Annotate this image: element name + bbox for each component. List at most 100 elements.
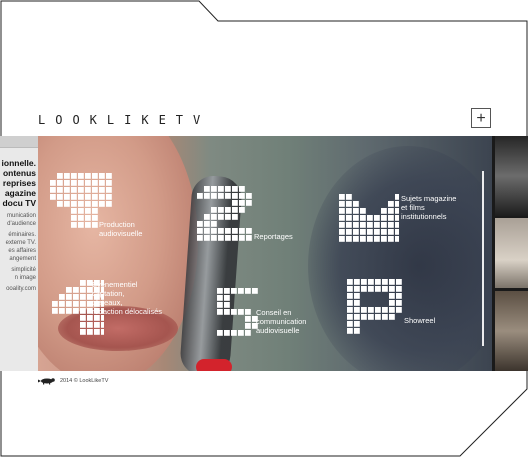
pixel-block: [382, 286, 388, 292]
tile-showreel[interactable]: Showreel: [347, 279, 457, 344]
brand-logo[interactable]: LOOKLIKETV: [38, 113, 210, 127]
paragraph-line: d'audience: [7, 221, 36, 227]
right-thumbnail-strip: [492, 136, 528, 371]
pixel-block: [353, 215, 359, 221]
pixel-block: [360, 215, 366, 221]
pixel-block: [71, 222, 77, 228]
pixel-block: [245, 330, 251, 336]
pixel-block: [59, 294, 65, 300]
pixel-block: [92, 201, 98, 207]
pixel-block: [375, 307, 381, 313]
pixel-block: [238, 309, 244, 315]
pixel-block: [339, 229, 345, 235]
pixel-block: [353, 222, 359, 228]
pixel-block: [374, 236, 380, 242]
pixel-block: [197, 235, 203, 241]
pixel-block: [73, 294, 79, 300]
pixel-block: [381, 208, 387, 214]
pixel-block: [71, 201, 77, 207]
pixel-block: [197, 221, 203, 227]
pixel-block: [106, 194, 112, 200]
tile-sujets-magazine[interactable]: Sujets magazine et films institutionnels: [339, 194, 469, 249]
pixel-block: [71, 187, 77, 193]
pixel-block: [389, 314, 395, 320]
pixel-block: [381, 215, 387, 221]
pixel-block: [80, 301, 86, 307]
pixel-block: [57, 173, 63, 179]
pixel-block: [64, 194, 70, 200]
thumbnail-image[interactable]: [495, 291, 528, 371]
pixel-digit-6-icon: [347, 279, 402, 334]
pixel-block: [78, 194, 84, 200]
paragraph-link[interactable]: ooality.com: [0, 285, 36, 293]
pixel-block: [347, 300, 353, 306]
pixel-block: [85, 194, 91, 200]
pixel-block: [225, 207, 231, 213]
tile-label: Evénementiel captation, plateaux, rédact…: [92, 280, 163, 316]
pixel-block: [211, 228, 217, 234]
pixel-block: [218, 214, 224, 220]
headline-line: ontenus: [2, 168, 36, 178]
pixel-block: [396, 293, 402, 299]
pixel-block: [73, 308, 79, 314]
pixel-block: [389, 279, 395, 285]
pixel-block: [80, 294, 86, 300]
thumbnail-image[interactable]: [495, 218, 528, 288]
pixel-block: [354, 321, 360, 327]
tile-reportages[interactable]: Reportages: [197, 186, 317, 246]
pixel-block: [353, 201, 359, 207]
scrollbar[interactable]: [482, 171, 484, 346]
pixel-block: [211, 235, 217, 241]
headline-line: docu TV: [2, 198, 36, 208]
pixel-block: [388, 236, 394, 242]
thumbnail-image[interactable]: [495, 136, 528, 216]
pixel-block: [64, 201, 70, 207]
pixel-block: [99, 187, 105, 193]
pixel-block: [389, 286, 395, 292]
pixel-block: [232, 200, 238, 206]
pixel-block: [85, 215, 91, 221]
pixel-block: [374, 215, 380, 221]
pixel-block: [232, 235, 238, 241]
pixel-block: [395, 215, 399, 221]
pixel-block: [353, 208, 359, 214]
pixel-block: [382, 314, 388, 320]
pixel-block: [388, 215, 394, 221]
pixel-block: [339, 215, 345, 221]
pixel-block: [360, 236, 366, 242]
pixel-block: [388, 208, 394, 214]
expand-button[interactable]: +: [471, 108, 491, 128]
pixel-block: [339, 201, 345, 207]
pixel-block: [395, 236, 399, 242]
pixel-block: [92, 173, 98, 179]
pixel-block: [197, 228, 203, 234]
pixel-block: [80, 322, 86, 328]
pixel-block: [347, 279, 353, 285]
paragraph-line: externe TV.: [5, 240, 36, 246]
pixel-block: [197, 193, 203, 199]
pixel-block: [94, 322, 100, 328]
pixel-block: [225, 235, 231, 241]
pixel-block: [239, 200, 245, 206]
pixel-block: [50, 180, 56, 186]
tile-production-audiovisuelle[interactable]: Production audiovisuelle: [50, 173, 180, 243]
pixel-block: [346, 201, 352, 207]
pixel-block: [64, 180, 70, 186]
pixel-digit-5-icon: [217, 288, 258, 336]
tile-conseil-communication[interactable]: Conseil en communication audiovisuelle: [217, 288, 337, 343]
pixel-block: [99, 194, 105, 200]
tile-evenementiel[interactable]: Evénementiel captation, plateaux, rédact…: [52, 280, 212, 340]
pixel-block: [375, 279, 381, 285]
pixel-block: [354, 286, 360, 292]
pixel-block: [71, 173, 77, 179]
pixel-block: [231, 288, 237, 294]
pixel-block: [218, 193, 224, 199]
pixel-block: [375, 286, 381, 292]
pixel-block: [211, 193, 217, 199]
pixel-block: [50, 194, 56, 200]
paragraph-line: es affaires: [8, 248, 36, 254]
pixel-block: [374, 229, 380, 235]
pixel-block: [375, 314, 381, 320]
pixel-block: [368, 286, 374, 292]
paragraph-line: simplicité: [11, 267, 36, 273]
